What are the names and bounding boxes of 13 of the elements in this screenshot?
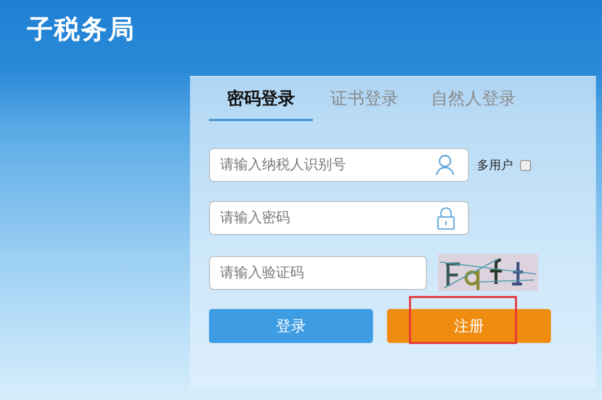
password-field[interactable]: 请输入密码 <box>209 201 469 235</box>
multi-user-label: 多用户 <box>477 156 513 174</box>
captcha-field[interactable]: 请输入验证码 <box>209 256 427 290</box>
login-tab[interactable]: 密码登录 <box>209 81 312 121</box>
register-button[interactable]: 注册 <box>387 309 551 343</box>
lock-icon <box>437 206 455 230</box>
user-icon <box>435 154 455 176</box>
site-title: 子税务局 <box>26 14 136 47</box>
login-tab[interactable]: 自然人登录 <box>416 81 531 121</box>
login-button[interactable]: 登录 <box>209 309 373 343</box>
taxpayer-id-field[interactable]: 请输入纳税人识别号 <box>209 148 469 182</box>
login-tab[interactable]: 证书登录 <box>312 81 416 121</box>
multi-user-checkbox[interactable] <box>520 160 531 170</box>
